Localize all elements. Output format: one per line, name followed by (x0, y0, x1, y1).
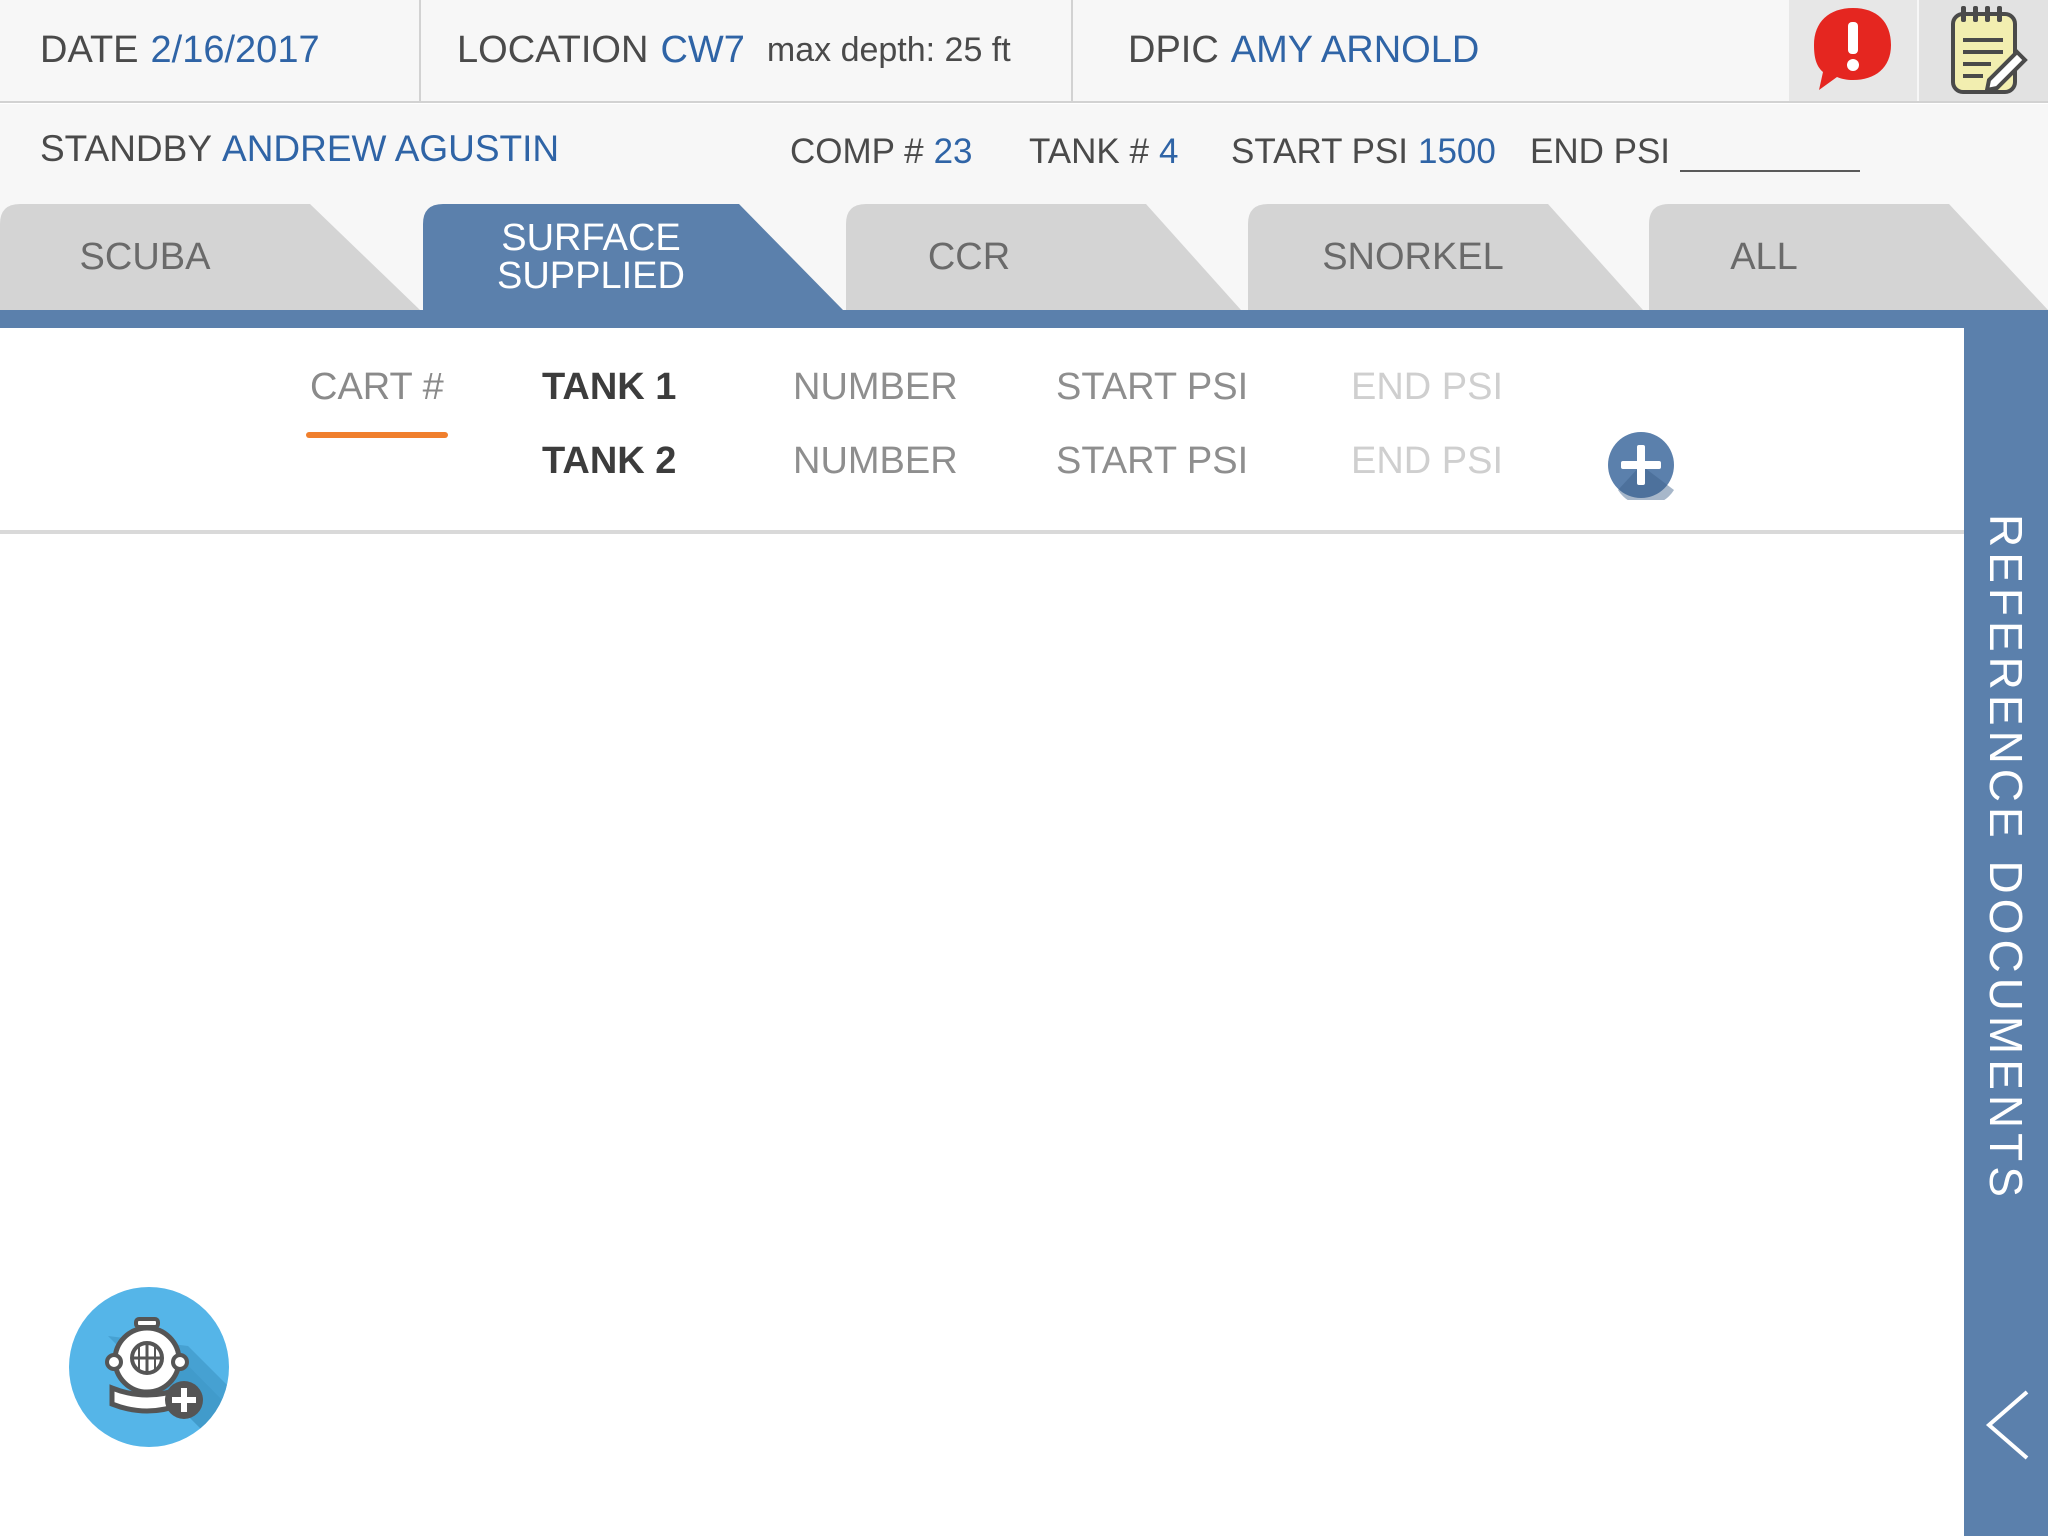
end-psi-blank[interactable] (1680, 142, 1861, 172)
tab-surface-supplied[interactable]: SURFACE SUPPLIED (423, 204, 843, 310)
tab-ccr[interactable]: CCR (846, 204, 1241, 310)
alert-bubble-icon (1814, 8, 1891, 90)
dpic-value: AMY ARNOLD (1230, 29, 1480, 71)
date-field[interactable]: DATE 2/16/2017 (40, 0, 320, 101)
tab-all[interactable]: ALL (1649, 204, 2048, 310)
start-psi-field[interactable]: START PSI 1500 (1231, 132, 1496, 172)
tank-1-start-psi-input[interactable]: START PSI (1056, 366, 1248, 409)
tab-label: SCUBA (79, 236, 211, 278)
dpic-label: DPIC (1128, 29, 1219, 71)
start-psi-value: 1500 (1418, 132, 1496, 171)
divider (1071, 0, 1073, 101)
location-value: CW7 (660, 29, 745, 71)
cart-number-underline (306, 432, 448, 438)
standby-label: STANDBY (40, 128, 213, 169)
add-tank-button[interactable] (1606, 430, 1676, 506)
tab-underline-strip (0, 310, 2048, 328)
tank-1-end-psi-input[interactable]: END PSI (1351, 366, 1503, 409)
date-label: DATE (40, 29, 139, 71)
notes-button[interactable] (1919, 0, 2048, 101)
tab-scuba[interactable]: SCUBA (0, 204, 420, 310)
tank-1-label: TANK 1 (542, 366, 677, 408)
tank-value: 4 (1158, 132, 1179, 171)
comp-label: COMP # (790, 132, 924, 171)
tank-label: TANK # (1029, 132, 1149, 171)
standby-field[interactable]: STANDBY ANDREW AGUSTIN (40, 128, 559, 170)
tank-2-end-psi-input[interactable]: END PSI (1351, 440, 1503, 483)
end-psi-label: END PSI (1530, 132, 1671, 171)
end-psi-field[interactable]: END PSI (1530, 132, 1861, 172)
comp-field[interactable]: COMP #23 (790, 132, 973, 172)
start-psi-label: START PSI (1231, 132, 1408, 171)
notepad-icon (1951, 6, 2028, 94)
top-header-bar: DATE 2/16/2017 LOCATION CW7 max depth: 2… (0, 0, 2048, 103)
max-depth-text: max depth: 25 ft (766, 31, 1011, 69)
tab-label: ALL (1730, 236, 1798, 278)
plus-circle-icon (1608, 432, 1674, 506)
tank-1-number-input[interactable]: NUMBER (793, 366, 958, 409)
standby-value: ANDREW AGUSTIN (222, 128, 560, 169)
date-value: 2/16/2017 (150, 29, 320, 71)
tank-field[interactable]: TANK #4 (1029, 132, 1178, 172)
location-label: LOCATION (457, 29, 649, 71)
tab-label: CCR (927, 236, 1011, 278)
divider (419, 0, 421, 101)
dive-type-tabs: SCUBA SURFACE SUPPLIED CCR SNORKEL ALL (0, 204, 2048, 310)
comp-value: 23 (933, 132, 973, 171)
tank-2-label: TANK 2 (542, 440, 677, 482)
tab-label: SURFACE SUPPLIED (497, 217, 685, 297)
add-diver-button[interactable] (68, 1286, 230, 1448)
location-field[interactable]: LOCATION CW7 max depth: 25 ft (457, 0, 1011, 101)
tank-2-number-input[interactable]: NUMBER (793, 440, 958, 483)
diver-helmet-add-icon (69, 1287, 229, 1447)
dive-info-row: STANDBY ANDREW AGUSTIN COMP #23 TANK #4 S… (0, 104, 2048, 204)
dpic-field[interactable]: DPIC AMY ARNOLD (1128, 0, 1479, 101)
chevron-left-icon[interactable] (1983, 1388, 2031, 1462)
tab-label: SNORKEL (1322, 236, 1504, 278)
tank-2-start-psi-input[interactable]: START PSI (1056, 440, 1248, 483)
alert-button[interactable] (1789, 0, 1917, 101)
cart-number-input[interactable]: CART # (310, 366, 444, 409)
tank-entry-panel: CART # TANK 1 NUMBER START PSI END PSI T… (0, 328, 1964, 534)
tab-snorkel[interactable]: SNORKEL (1248, 204, 1643, 310)
reference-documents-label[interactable]: REFERENCE DOCUMENTS (1964, 328, 2048, 1388)
